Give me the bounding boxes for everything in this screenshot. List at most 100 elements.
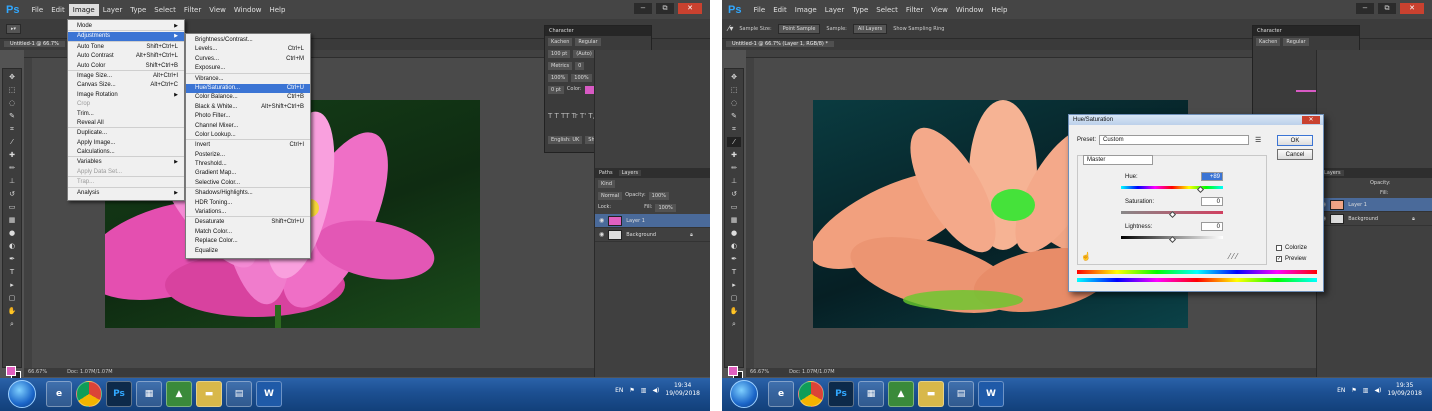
text-color-swatch[interactable]: [1296, 90, 1318, 92]
menu-item-duplicate[interactable]: Duplicate...: [68, 129, 184, 138]
quick-select-tool-icon[interactable]: ✎: [5, 111, 19, 121]
restore-button[interactable]: ⧉: [1378, 3, 1396, 14]
menu-type[interactable]: Type: [126, 4, 150, 16]
menu-item-hue-saturation[interactable]: Hue/Saturation... Ctrl+U: [186, 83, 310, 94]
history-brush-icon[interactable]: ↺: [5, 189, 19, 199]
menu-help[interactable]: Help: [265, 4, 289, 16]
menu-item-replace-color[interactable]: Replace Color...: [186, 237, 310, 246]
stamp-tool-icon[interactable]: ⊥: [5, 176, 19, 186]
taskbar-folder-icon[interactable]: ▬: [196, 381, 222, 407]
menu-item-hdr-toning[interactable]: HDR Toning...: [186, 199, 310, 208]
layer-row[interactable]: ◉Layer 1: [1317, 198, 1432, 212]
clock[interactable]: 19:34 19/09/2018: [665, 382, 700, 398]
menu-select[interactable]: Select: [150, 4, 180, 16]
menu-file[interactable]: File: [749, 4, 769, 16]
language-indicator[interactable]: EN: [1337, 387, 1345, 394]
menu-item-apply-image[interactable]: Apply Image...: [68, 139, 184, 148]
crop-tool-icon[interactable]: ⌗: [727, 124, 741, 134]
menu-item-calculations[interactable]: Calculations...: [68, 148, 184, 158]
language-select[interactable]: English: UK: [548, 136, 583, 144]
menu-filter[interactable]: Filter: [180, 4, 205, 16]
healing-tool-icon[interactable]: ✚: [727, 150, 741, 160]
menu-item-color-balance[interactable]: Color Balance... Ctrl+B: [186, 93, 310, 102]
start-button[interactable]: [8, 380, 36, 408]
menu-item-variations[interactable]: Variations...: [186, 208, 310, 218]
taskbar-photos-icon[interactable]: ▲: [166, 381, 192, 407]
font-family-select[interactable]: Kachen: [548, 38, 573, 46]
menu-item-analysis[interactable]: Analysis ▶: [68, 189, 184, 198]
menu-window[interactable]: Window: [230, 4, 266, 16]
menu-item-auto-color[interactable]: Auto Color Shift+Ctrl+B: [68, 62, 184, 71]
flag-icon[interactable]: ⚑: [1351, 387, 1356, 394]
marquee-tool-icon[interactable]: ⬚: [5, 85, 19, 95]
eyedropper-tool-icon[interactable]: ⁄▾: [728, 24, 733, 33]
menu-window[interactable]: Window: [952, 4, 988, 16]
dodge-tool-icon[interactable]: ◐: [727, 241, 741, 251]
eraser-tool-icon[interactable]: ▭: [5, 202, 19, 212]
taskbar-file-icon[interactable]: ▤: [226, 381, 252, 407]
leading-field[interactable]: (Auto): [573, 50, 595, 58]
font-size-field[interactable]: 100 pt: [548, 50, 571, 58]
eye-icon[interactable]: ◉: [599, 231, 604, 238]
menu-type[interactable]: Type: [848, 4, 872, 16]
taskbar-photoshop-icon[interactable]: Ps: [106, 381, 132, 407]
taskbar-photos-icon[interactable]: ▲: [888, 381, 914, 407]
close-button[interactable]: ✕: [678, 3, 702, 14]
blur-tool-icon[interactable]: ●: [5, 228, 19, 238]
saturation-input[interactable]: 0: [1201, 197, 1223, 206]
tab-paths[interactable]: Paths: [599, 170, 613, 176]
menu-image[interactable]: Image: [68, 3, 99, 16]
lightness-input[interactable]: 0: [1201, 222, 1223, 231]
volume-icon[interactable]: ◀): [652, 387, 659, 394]
taskbar-network-icon[interactable]: ▦: [136, 381, 162, 407]
stamp-tool-icon[interactable]: ⊥: [727, 176, 741, 186]
pen-tool-icon[interactable]: ✒: [5, 254, 19, 264]
fill-field[interactable]: 100%: [655, 204, 676, 212]
menu-view[interactable]: View: [927, 4, 952, 16]
eyedropper-icons[interactable]: ⁄ ⁄ ⁄: [1229, 252, 1237, 261]
foreground-color-swatch[interactable]: [6, 366, 16, 376]
preset-select[interactable]: Custom: [1099, 135, 1249, 145]
taskbar-photoshop-icon[interactable]: Ps: [828, 381, 854, 407]
font-style-select[interactable]: Regular: [1283, 38, 1309, 46]
volume-icon[interactable]: ◀): [1374, 387, 1381, 394]
menu-item-gradient-map[interactable]: Gradient Map...: [186, 169, 310, 178]
menu-item-variables[interactable]: Variables ▶: [68, 158, 184, 167]
menu-layer[interactable]: Layer: [821, 4, 849, 16]
hue-input[interactable]: +89: [1201, 172, 1223, 181]
blend-mode-select[interactable]: Normal: [598, 192, 623, 200]
taskbar-word-icon[interactable]: W: [256, 381, 282, 407]
zoom-tool-icon[interactable]: ⌕: [727, 319, 741, 329]
hand-tool-icon[interactable]: ✋: [5, 306, 19, 316]
menu-item-exposure[interactable]: Exposure...: [186, 64, 310, 74]
tool-preset-picker[interactable]: ▸▾: [6, 23, 22, 34]
menu-item-auto-contrast[interactable]: Auto Contrast Alt+Shift+Ctrl+L: [68, 52, 184, 61]
lasso-tool-icon[interactable]: ◌: [5, 98, 19, 108]
target-adjust-icon[interactable]: ☝: [1081, 252, 1091, 261]
menu-image[interactable]: Image: [791, 4, 821, 16]
network-tray-icon[interactable]: ▥: [641, 387, 647, 394]
zoom-tool-icon[interactable]: ⌕: [5, 319, 19, 329]
menu-item-curves[interactable]: Curves... Ctrl+M: [186, 55, 310, 64]
eye-icon[interactable]: ◉: [599, 217, 604, 224]
menu-item-match-color[interactable]: Match Color...: [186, 228, 310, 237]
layer-kind-filter[interactable]: Kind: [598, 180, 616, 188]
menu-item-image-rotation[interactable]: Image Rotation ▶: [68, 91, 184, 100]
taskbar-ie-icon[interactable]: e: [768, 381, 794, 407]
menu-edit[interactable]: Edit: [769, 4, 791, 16]
taskbar-network-icon[interactable]: ▦: [858, 381, 884, 407]
menu-help[interactable]: Help: [987, 4, 1011, 16]
preview-checkbox[interactable]: ✓: [1276, 256, 1282, 262]
menu-item-shadows-highlights[interactable]: Shadows/Highlights...: [186, 189, 310, 198]
tab-layers[interactable]: Layers: [618, 170, 642, 176]
clock[interactable]: 19:35 19/09/2018: [1387, 382, 1422, 398]
history-brush-icon[interactable]: ↺: [727, 189, 741, 199]
menu-filter[interactable]: Filter: [902, 4, 927, 16]
menu-item-trim[interactable]: Trim...: [68, 110, 184, 119]
crop-tool-icon[interactable]: ⌗: [5, 124, 19, 134]
shape-tool-icon[interactable]: ▢: [727, 293, 741, 303]
menu-item-posterize[interactable]: Posterize...: [186, 151, 310, 160]
taskbar-word-icon[interactable]: W: [978, 381, 1004, 407]
menu-view[interactable]: View: [205, 4, 230, 16]
menu-select[interactable]: Select: [872, 4, 902, 16]
